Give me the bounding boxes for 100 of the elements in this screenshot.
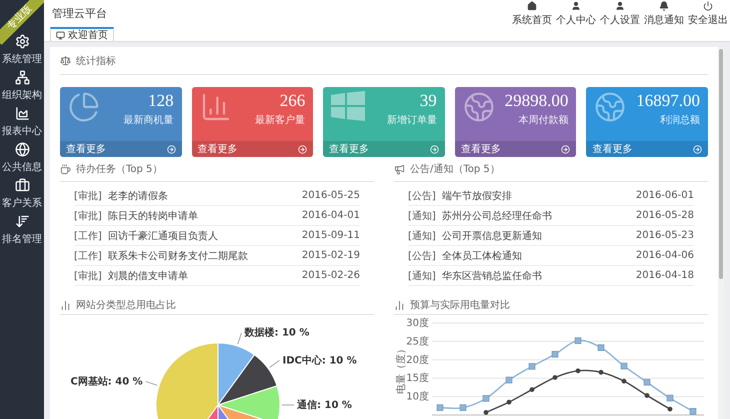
arrow-circle-icon[interactable] — [298, 144, 308, 154]
sidebar-item[interactable]: 报表中心 — [0, 104, 44, 140]
section-title: 公告/通知（Top 5） — [410, 162, 500, 176]
point — [436, 404, 444, 411]
globe-icon — [14, 142, 30, 157]
user-icon — [615, 0, 625, 10]
axis-label: 电量（度） — [396, 344, 407, 394]
nav-button[interactable]: 消息通知 — [642, 0, 686, 27]
nav-button[interactable]: 个人中心 — [554, 0, 598, 27]
stat-value: 39 — [420, 91, 437, 111]
globe-icon — [462, 91, 495, 123]
leader-line — [282, 404, 294, 406]
point — [644, 393, 650, 398]
chart-title: 网站分类型总用电占比 — [76, 298, 176, 312]
nav-button[interactable]: 系统首页 — [510, 0, 554, 27]
nav-button[interactable]: 个人设置 — [598, 0, 642, 27]
nav-button[interactable]: 安全退出 — [686, 0, 730, 27]
arrow-circle-icon[interactable] — [430, 144, 439, 154]
stat-label: 利润总额 — [660, 114, 700, 127]
bell-icon — [659, 0, 669, 10]
leader-line — [269, 360, 280, 368]
arrow-circle-icon[interactable] — [561, 144, 570, 154]
globe-icon — [594, 91, 626, 123]
area-chart-icon — [14, 106, 30, 121]
sidebar-item[interactable]: 公共信息 — [0, 140, 44, 176]
sort-icon — [14, 214, 30, 229]
home-icon — [527, 0, 537, 10]
cup-icon — [60, 164, 71, 174]
edition-ribbon: 专业版 — [0, 0, 44, 45]
point — [552, 350, 558, 358]
task-date: 2015-02-26 — [302, 270, 360, 281]
notice-date: 2016-05-28 — [636, 210, 694, 221]
point — [460, 404, 466, 411]
point — [644, 378, 650, 386]
stat-value: 128 — [148, 91, 174, 111]
sidebar-item[interactable]: 组织架构 — [0, 68, 44, 104]
point — [574, 337, 582, 344]
scale-icon — [60, 55, 71, 66]
tick-label: 30度 — [406, 318, 429, 329]
task-tag: [审批] — [74, 188, 102, 202]
task-tag: [审批] — [74, 208, 102, 222]
notice-date: 2016-06-01 — [636, 190, 694, 201]
task-link[interactable]: 刘晨的借支申请单 — [108, 268, 296, 282]
notice-tag: [公告] — [408, 188, 436, 202]
tick-label: 20度 — [406, 354, 429, 366]
notice-tag: [通知] — [408, 268, 436, 282]
point — [668, 406, 672, 412]
point — [482, 395, 490, 402]
task-link[interactable]: 老李的请假条 — [108, 188, 296, 202]
scrollbar[interactable] — [718, 47, 724, 419]
task-link[interactable]: 陈日天的转岗申请单 — [108, 208, 296, 222]
notice-link[interactable]: 端午节放假安排 — [442, 188, 630, 202]
stat-value: 16897.00 — [636, 91, 700, 111]
app-title: 管理云平台 — [52, 6, 107, 21]
notice-link[interactable]: 华东区营销总监任命书 — [442, 268, 630, 282]
sidebar-item[interactable]: 排名管理 — [0, 212, 44, 248]
slice-label: C网基站: 40 % — [70, 376, 143, 388]
section-title: 统计指标 — [76, 54, 116, 68]
stat-label: 最新商机量 — [124, 114, 174, 127]
point — [528, 363, 536, 370]
task-tag: [工作] — [74, 248, 102, 262]
tick-label: 25度 — [406, 336, 429, 348]
point — [690, 408, 696, 415]
task-link[interactable]: 联系朱卡公司财务支付二期尾款 — [108, 248, 296, 262]
task-link[interactable]: 回访千豪汇通项目负责人 — [108, 228, 296, 242]
notice-tag: [通知] — [408, 208, 436, 222]
gear-icon — [14, 34, 30, 49]
section-title: 待办任务（Top 5） — [76, 162, 162, 176]
stat-label: 新增订单量 — [386, 114, 437, 127]
task-date: 2016-05-25 — [302, 190, 360, 201]
org-chart-icon — [14, 70, 30, 85]
point — [598, 344, 604, 351]
arrow-circle-icon[interactable] — [166, 144, 176, 154]
stat-label: 最新客户量 — [255, 114, 306, 127]
stat-label: 本周付款额 — [518, 114, 568, 127]
user-icon — [571, 0, 581, 10]
notice-link[interactable]: 全体员工体检通知 — [442, 248, 630, 262]
point — [620, 362, 628, 370]
point — [552, 375, 558, 380]
point — [598, 370, 604, 375]
arrow-circle-icon[interactable] — [692, 144, 702, 154]
slice-label: 数据楼: 10 % — [244, 328, 310, 339]
slice-label: 通信: 10 % — [297, 400, 352, 411]
point — [506, 400, 512, 405]
notice-link[interactable]: 苏州分公司总经理任命书 — [442, 208, 630, 222]
notice-date: 2016-04-18 — [636, 270, 694, 281]
leader-line — [145, 381, 158, 386]
tab[interactable]: 欢迎首页 — [50, 27, 114, 41]
task-tag: [审批] — [74, 268, 102, 282]
bar-chart-icon — [394, 300, 405, 310]
leader-line — [237, 332, 242, 345]
monitor-icon — [56, 30, 65, 40]
windows-icon — [331, 91, 366, 121]
point — [576, 368, 580, 374]
point — [530, 387, 534, 392]
sidebar-item[interactable]: 客户关系 — [0, 176, 44, 212]
tick-label: 15度 — [406, 373, 429, 384]
stat-value: 266 — [280, 91, 306, 111]
notice-tag: [通知] — [408, 228, 436, 242]
notice-link[interactable]: 公司开票信息更新通知 — [442, 228, 630, 242]
